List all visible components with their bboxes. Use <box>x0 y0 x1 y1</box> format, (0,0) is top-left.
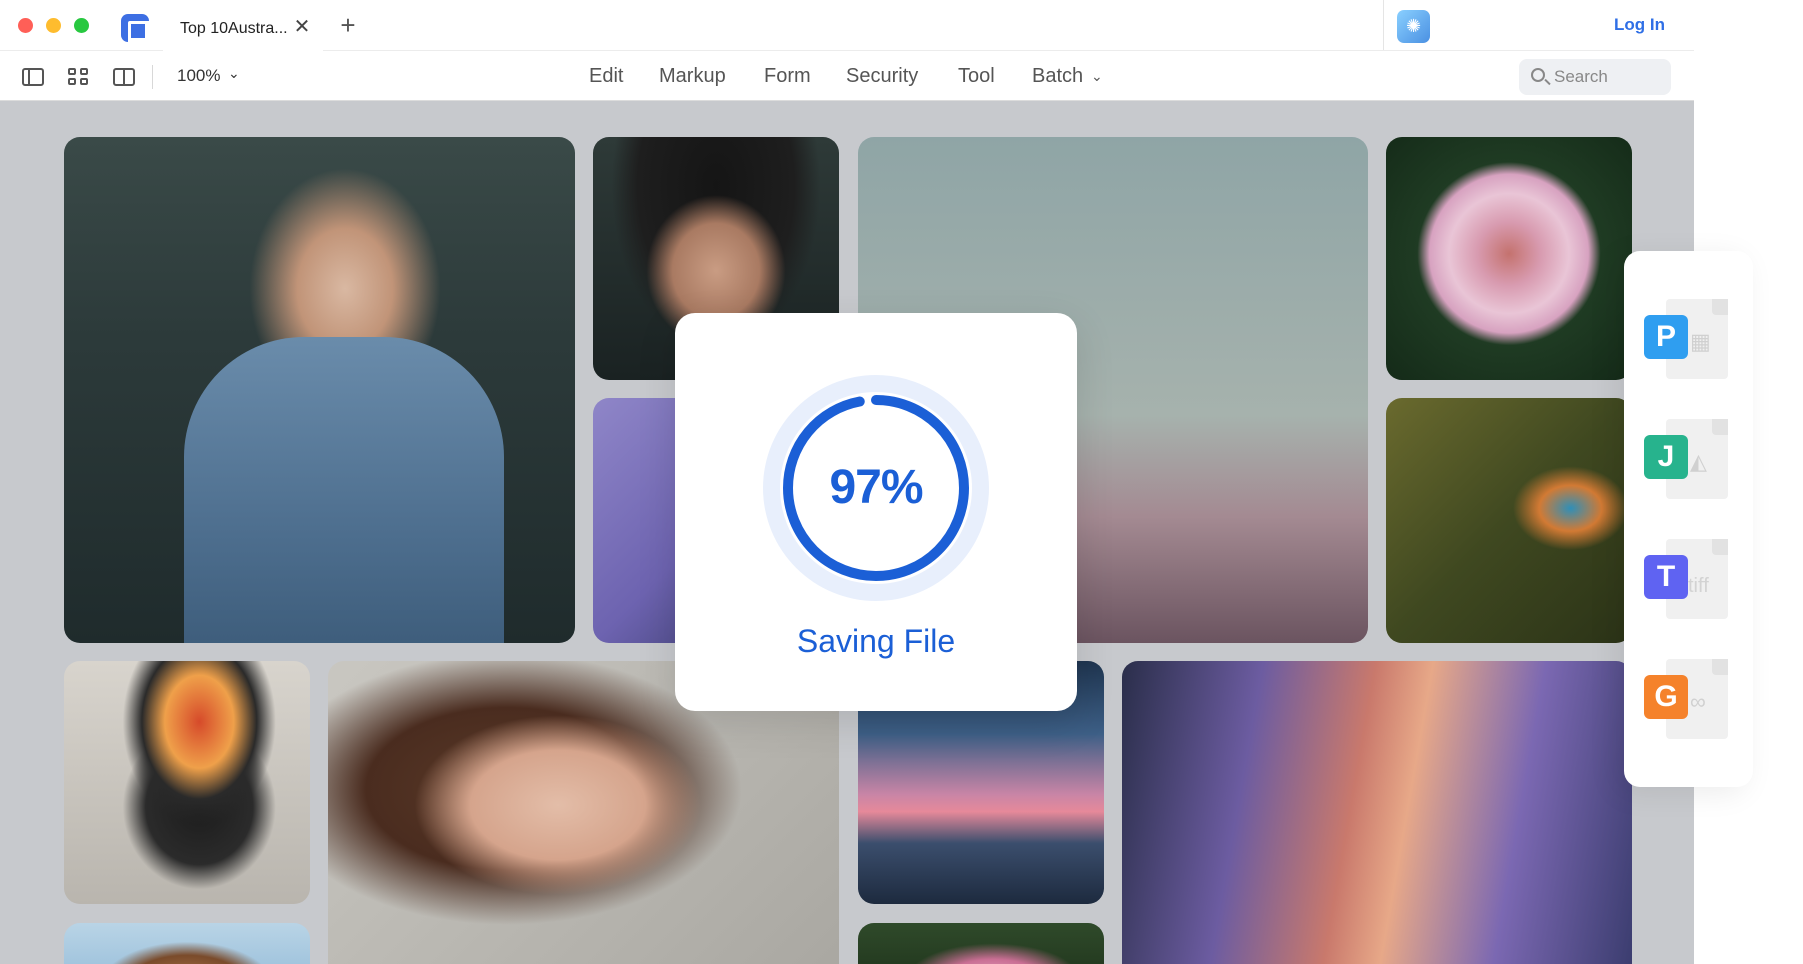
chevron-down-icon[interactable]: ⌄ <box>228 65 240 82</box>
tiff-text-icon: tiff <box>1688 575 1709 597</box>
link-icon: ∞ <box>1690 689 1706 714</box>
ai-assistant-icon[interactable] <box>1397 10 1430 43</box>
gif-badge-icon: G <box>1644 675 1688 719</box>
chevron-down-icon[interactable]: ⌄ <box>1091 68 1103 85</box>
new-tab-button[interactable]: + <box>336 12 360 38</box>
menu-tool[interactable]: Tool <box>958 65 995 88</box>
menu-security[interactable]: Security <box>846 65 918 88</box>
divider <box>1383 0 1384 50</box>
tab-close-icon[interactable]: ✕ <box>291 16 313 38</box>
app-logo-icon <box>121 14 151 44</box>
photo-kingfisher[interactable] <box>1386 398 1632 643</box>
reading-view-icon[interactable] <box>113 68 135 86</box>
saving-label: Saving File <box>796 623 956 659</box>
zoom-level-select[interactable]: 100% <box>177 66 220 86</box>
toolbar-divider <box>152 65 153 89</box>
png-badge-icon: P <box>1644 315 1688 359</box>
saving-dialog: 97% Saving File <box>675 313 1077 711</box>
document-tab[interactable]: Top 10Austra... ✕ <box>163 6 323 51</box>
window-maximize-button[interactable] <box>74 18 89 33</box>
window-close-button[interactable] <box>18 18 33 33</box>
photo-boy-portrait[interactable] <box>64 923 310 964</box>
image-icon: ◭ <box>1690 449 1707 474</box>
checker-icon: ▦ <box>1690 329 1711 354</box>
grid-view-icon[interactable] <box>68 68 90 86</box>
toolbar: 100% ⌄ Edit Markup Form Security Tool Ba… <box>0 51 1694 101</box>
format-png-button[interactable]: P ▦ <box>1644 299 1730 385</box>
menu-edit[interactable]: Edit <box>589 65 623 88</box>
menu-batch[interactable]: Batch <box>1032 65 1083 88</box>
progress-percent: 97% <box>829 461 923 514</box>
format-tiff-button[interactable]: T tiff <box>1644 539 1730 625</box>
photo-man-denim-jacket[interactable] <box>64 137 575 643</box>
sidebar-toggle-icon[interactable] <box>22 68 44 86</box>
jpg-badge-icon: J <box>1644 435 1688 479</box>
format-gif-button[interactable]: G ∞ <box>1644 659 1730 745</box>
photo-pink-flower[interactable] <box>858 923 1104 964</box>
search-input[interactable] <box>1554 67 1664 87</box>
search-box[interactable] <box>1519 59 1671 95</box>
menu-markup[interactable]: Markup <box>659 65 726 88</box>
title-bar: Top 10Austra... ✕ + Log In <box>0 0 1694 51</box>
window-minimize-button[interactable] <box>46 18 61 33</box>
photo-dahlia-flower[interactable] <box>1386 137 1632 380</box>
login-button[interactable]: Log In <box>1614 15 1665 35</box>
menu-form[interactable]: Form <box>764 65 811 88</box>
format-panel: P ▦ J ◭ T tiff G ∞ <box>1624 251 1753 787</box>
photo-woman-headwrap[interactable] <box>64 661 310 904</box>
tiff-badge-icon: T <box>1644 555 1688 599</box>
tab-title: Top 10Austra... <box>180 20 288 37</box>
search-icon <box>1531 68 1545 82</box>
format-jpg-button[interactable]: J ◭ <box>1644 419 1730 505</box>
photo-antelope-canyon[interactable] <box>1122 661 1632 964</box>
